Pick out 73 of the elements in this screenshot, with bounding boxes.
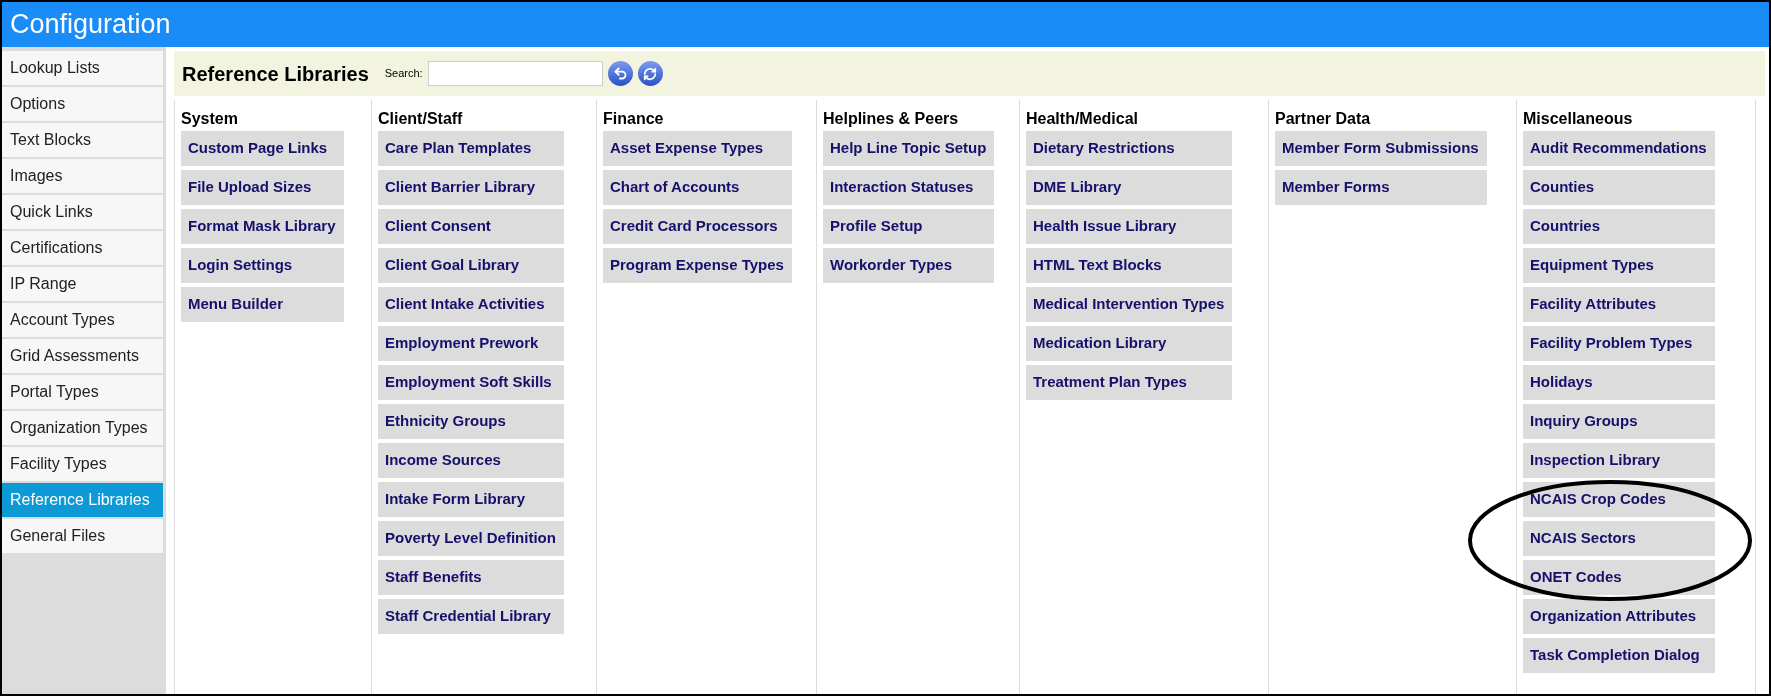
sidebar-item[interactable]: Images xyxy=(2,159,163,193)
library-link[interactable]: Member Form Submissions xyxy=(1275,131,1487,166)
library-link[interactable]: Credit Card Processors xyxy=(603,209,792,244)
library-link[interactable]: Dietary Restrictions xyxy=(1026,131,1233,166)
library-link[interactable]: Staff Benefits xyxy=(378,560,564,595)
library-link[interactable]: Facility Problem Types xyxy=(1523,326,1715,361)
library-link[interactable]: Organization Attributes xyxy=(1523,599,1715,634)
library-link[interactable]: NCAIS Sectors xyxy=(1523,521,1715,556)
column-heading: System xyxy=(181,110,239,128)
library-link[interactable]: Profile Setup xyxy=(823,209,995,244)
library-link[interactable]: Interaction Statuses xyxy=(823,170,995,205)
library-link[interactable]: Employment Soft Skills xyxy=(378,365,564,400)
sidebar-item[interactable]: Account Types xyxy=(2,303,163,337)
column-heading: Health/Medical xyxy=(1026,110,1140,128)
sidebar-item[interactable]: Certifications xyxy=(2,231,163,265)
library-link[interactable]: Inquiry Groups xyxy=(1523,404,1715,439)
library-link[interactable]: Inspection Library xyxy=(1523,443,1715,478)
library-link[interactable]: DME Library xyxy=(1026,170,1233,205)
column-heading: Miscellaneous xyxy=(1523,110,1634,128)
library-link[interactable]: Login Settings xyxy=(181,248,344,283)
library-link[interactable]: Client Intake Activities xyxy=(378,287,564,322)
column-heading: Finance xyxy=(603,110,665,128)
library-link[interactable]: ONET Codes xyxy=(1523,560,1715,595)
column-heading: Partner Data xyxy=(1275,110,1372,128)
sidebar-item[interactable]: Lookup Lists xyxy=(2,51,163,85)
library-link[interactable]: Ethnicity Groups xyxy=(378,404,564,439)
library-link[interactable]: Equipment Types xyxy=(1523,248,1715,283)
library-link[interactable]: Health Issue Library xyxy=(1026,209,1233,244)
library-link[interactable]: Treatment Plan Types xyxy=(1026,365,1233,400)
library-link[interactable]: Workorder Types xyxy=(823,248,995,283)
window-title: Configuration xyxy=(10,11,171,38)
sidebar-item[interactable]: IP Range xyxy=(2,267,163,301)
library-link[interactable]: Countries xyxy=(1523,209,1715,244)
library-link[interactable]: Medical Intervention Types xyxy=(1026,287,1233,322)
search-field[interactable] xyxy=(427,61,603,86)
library-link[interactable]: Care Plan Templates xyxy=(378,131,564,166)
column-heading: Client/Staff xyxy=(378,110,464,128)
sidebar-item[interactable]: Facility Types xyxy=(2,447,163,481)
library-link[interactable]: Asset Expense Types xyxy=(603,131,792,166)
library-link[interactable]: Task Completion Dialog xyxy=(1523,638,1715,673)
refresh-icon[interactable] xyxy=(637,61,663,86)
library-link[interactable]: Audit Recommendations xyxy=(1523,131,1715,166)
library-link[interactable]: Chart of Accounts xyxy=(603,170,792,205)
library-link[interactable]: Intake Form Library xyxy=(378,482,564,517)
library-link[interactable]: Staff Credential Library xyxy=(378,599,564,634)
sidebar-item[interactable]: Options xyxy=(2,87,163,121)
library-link[interactable]: Holidays xyxy=(1523,365,1715,400)
library-link[interactable]: Custom Page Links xyxy=(181,131,344,166)
library-link[interactable]: Program Expense Types xyxy=(603,248,792,283)
library-link[interactable]: Income Sources xyxy=(378,443,564,478)
column-heading: Helplines & Peers xyxy=(823,110,960,128)
library-link[interactable]: Counties xyxy=(1523,170,1715,205)
library-link[interactable]: Poverty Level Definition xyxy=(378,521,564,556)
library-link[interactable]: Employment Prework xyxy=(378,326,564,361)
library-link[interactable]: Format Mask Library xyxy=(181,209,344,244)
sidebar-item[interactable]: Grid Assessments xyxy=(2,339,163,373)
sidebar-item[interactable]: Portal Types xyxy=(2,375,163,409)
library-link[interactable]: Client Goal Library xyxy=(378,248,564,283)
library-link[interactable]: Member Forms xyxy=(1275,170,1487,205)
page-title: Reference Libraries xyxy=(182,61,369,87)
library-link[interactable]: Menu Builder xyxy=(181,287,344,322)
library-link[interactable]: Medication Library xyxy=(1026,326,1233,361)
library-link[interactable]: Help Line Topic Setup xyxy=(823,131,995,166)
sidebar-item[interactable]: Quick Links xyxy=(2,195,163,229)
library-link[interactable]: HTML Text Blocks xyxy=(1026,248,1233,283)
library-link[interactable]: Client Barrier Library xyxy=(378,170,564,205)
sidebar-item[interactable]: Text Blocks xyxy=(2,123,163,157)
library-link[interactable]: Facility Attributes xyxy=(1523,287,1715,322)
sidebar-item[interactable]: General Files xyxy=(2,519,163,553)
search-label: Search: xyxy=(384,66,423,82)
library-link[interactable]: Client Consent xyxy=(378,209,564,244)
library-link[interactable]: File Upload Sizes xyxy=(181,170,344,205)
sidebar-item[interactable]: Organization Types xyxy=(2,411,163,445)
